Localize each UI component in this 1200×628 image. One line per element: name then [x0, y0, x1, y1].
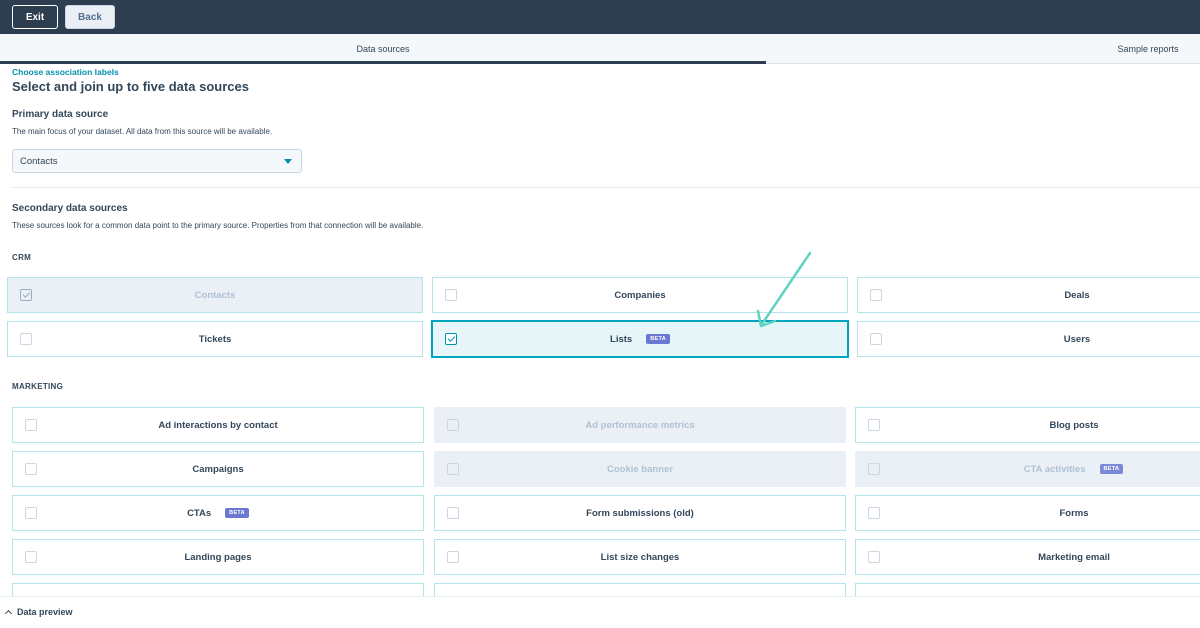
- caret-down-icon: [284, 159, 292, 164]
- primary-source-heading: Primary data source: [12, 109, 109, 120]
- source-card-ad-interactions[interactable]: Ad interactions by contact: [12, 407, 424, 443]
- source-label: CTAs BETA: [187, 508, 249, 519]
- checkbox[interactable]: [25, 419, 37, 431]
- source-label: Deals: [1064, 289, 1090, 301]
- checkbox[interactable]: [25, 507, 37, 519]
- source-label: Tickets: [198, 333, 232, 345]
- source-card-ctas[interactable]: CTAs BETA: [12, 495, 424, 531]
- secondary-sources-description: These sources look for a common data poi…: [12, 221, 424, 230]
- source-label: List size changes: [600, 551, 680, 563]
- annotation-arrow-icon: [756, 251, 812, 328]
- source-card-contacts: Contacts: [7, 277, 423, 313]
- divider: [12, 187, 1200, 188]
- checkbox[interactable]: [445, 333, 457, 345]
- top-bar: Exit Back: [0, 0, 1200, 34]
- source-label: Lists BETA: [610, 334, 670, 345]
- secondary-sources-heading: Secondary data sources: [12, 203, 128, 214]
- source-card-deals[interactable]: Deals: [857, 277, 1200, 313]
- data-preview-label: Data preview: [17, 607, 73, 617]
- source-card-companies[interactable]: Companies: [432, 277, 848, 313]
- source-label: CTA activities BETA: [1024, 464, 1124, 475]
- checkbox[interactable]: [870, 333, 882, 345]
- checkbox: [868, 463, 880, 475]
- beta-badge: BETA: [646, 334, 670, 344]
- checkbox[interactable]: [868, 507, 880, 519]
- source-card-tickets[interactable]: Tickets: [7, 321, 423, 357]
- source-card-campaigns[interactable]: Campaigns: [12, 451, 424, 487]
- checkmark-icon: [22, 290, 30, 298]
- checkbox[interactable]: [870, 289, 882, 301]
- checkbox: [20, 289, 32, 301]
- data-preview-bar: Data preview: [0, 596, 1200, 628]
- source-label: Campaigns: [192, 463, 244, 475]
- chevron-up-icon: [4, 609, 13, 618]
- tab-sample-reports[interactable]: Sample reports: [1100, 34, 1196, 64]
- source-label: Blog posts: [1049, 419, 1099, 431]
- checkbox[interactable]: [868, 419, 880, 431]
- active-tab-indicator: [0, 61, 766, 64]
- beta-badge: BETA: [1099, 464, 1124, 474]
- source-card-forms[interactable]: Forms: [855, 495, 1200, 531]
- checkbox: [447, 419, 459, 431]
- primary-source-value: Contacts: [20, 155, 58, 167]
- page-title: Select and join up to five data sources: [12, 79, 249, 94]
- tab-data-sources[interactable]: Data sources: [0, 34, 766, 64]
- checkbox[interactable]: [868, 551, 880, 563]
- checkbox[interactable]: [25, 551, 37, 563]
- source-label: Contacts: [194, 289, 236, 301]
- source-label: Marketing email: [1038, 551, 1110, 563]
- source-label: Form submissions (old): [586, 507, 694, 519]
- checkbox[interactable]: [25, 463, 37, 475]
- tab-bar: Data sources Sample reports: [0, 34, 1200, 64]
- primary-source-select[interactable]: Contacts: [12, 149, 302, 173]
- primary-source-description: The main focus of your dataset. All data…: [12, 127, 273, 136]
- source-card-marketing-email[interactable]: Marketing email: [855, 539, 1200, 575]
- crm-section-label: CRM: [12, 253, 32, 262]
- marketing-section-label: MARKETING: [12, 382, 64, 391]
- back-button[interactable]: Back: [65, 5, 115, 29]
- exit-button[interactable]: Exit: [12, 5, 58, 29]
- source-label: Ad performance metrics: [585, 419, 695, 431]
- source-label: Forms: [1059, 507, 1089, 519]
- source-card-ad-performance: Ad performance metrics: [434, 407, 846, 443]
- source-card-blog-posts[interactable]: Blog posts: [855, 407, 1200, 443]
- beta-badge: BETA: [225, 508, 249, 518]
- checkbox[interactable]: [20, 333, 32, 345]
- source-card-cookie-banner: Cookie banner: [434, 451, 846, 487]
- checkbox[interactable]: [447, 551, 459, 563]
- checkbox[interactable]: [447, 507, 459, 519]
- source-card-cta-activities: CTA activities BETA: [855, 451, 1200, 487]
- source-card-list-size-changes[interactable]: List size changes: [434, 539, 846, 575]
- source-label: Cookie banner: [607, 463, 673, 475]
- source-card-form-submissions[interactable]: Form submissions (old): [434, 495, 846, 531]
- source-label: Users: [1063, 333, 1091, 345]
- source-card-lists[interactable]: Lists BETA: [431, 320, 849, 358]
- choose-association-labels-link[interactable]: Choose association labels: [12, 67, 119, 77]
- data-preview-toggle[interactable]: Data preview: [4, 607, 73, 618]
- checkbox: [447, 463, 459, 475]
- source-label: Companies: [614, 289, 666, 301]
- source-label: Ad interactions by contact: [158, 419, 278, 431]
- source-card-users[interactable]: Users: [857, 321, 1200, 357]
- source-label: Landing pages: [184, 551, 252, 563]
- source-card-landing-pages[interactable]: Landing pages: [12, 539, 424, 575]
- checkmark-icon: [447, 334, 455, 342]
- checkbox[interactable]: [445, 289, 457, 301]
